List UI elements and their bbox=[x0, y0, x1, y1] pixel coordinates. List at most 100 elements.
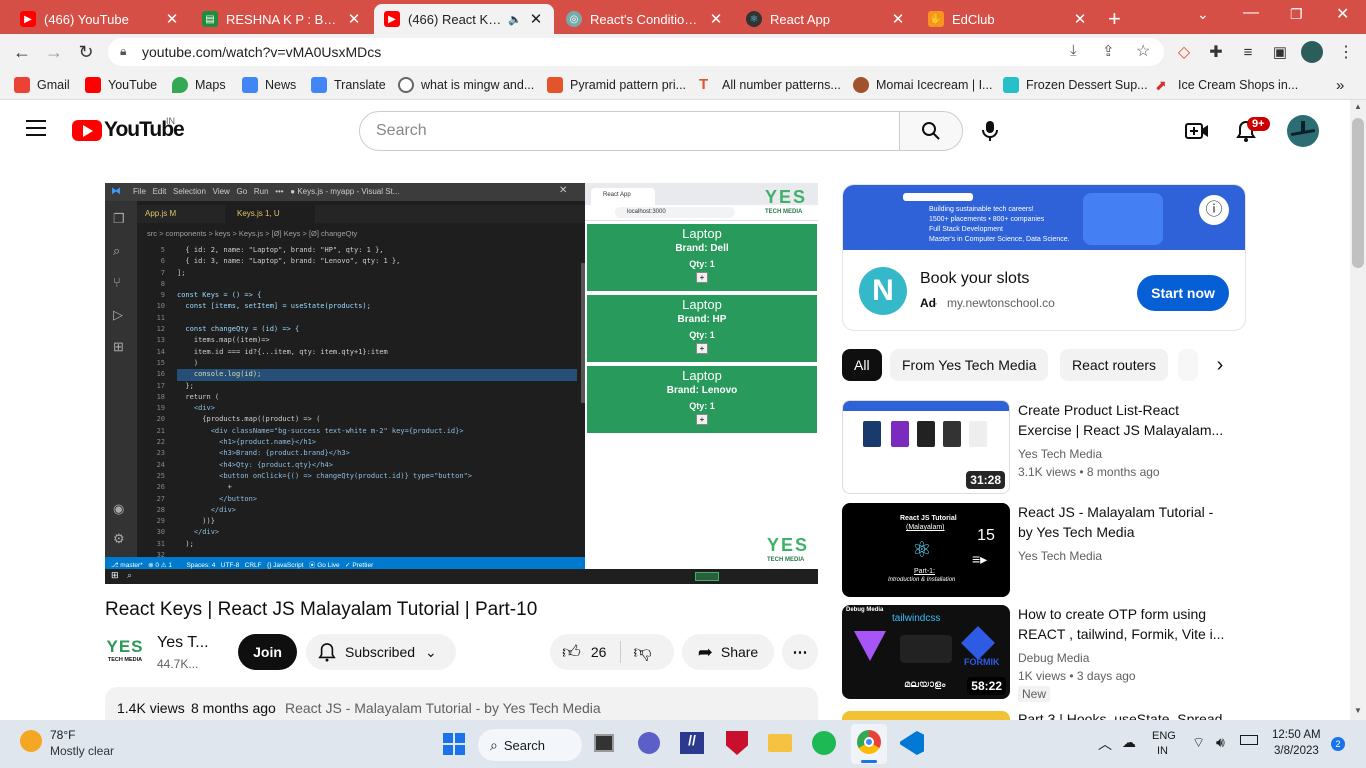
extension-code-icon[interactable]: ◇ bbox=[1172, 40, 1196, 64]
info-icon[interactable]: ⓘ bbox=[1199, 195, 1229, 225]
tab-classroom[interactable]: ▤ RESHNA K P : BCK57 - ✕ bbox=[192, 4, 372, 34]
clock-time[interactable]: 12:50 AM bbox=[1272, 729, 1321, 741]
related-channel[interactable]: Debug Media bbox=[1018, 651, 1089, 665]
restore-icon[interactable]: ❐ bbox=[1290, 6, 1303, 23]
battery-icon[interactable] bbox=[1240, 735, 1258, 745]
window-close-icon[interactable]: ✕ bbox=[1336, 4, 1349, 24]
extensions-puzzle-icon[interactable]: ✚ bbox=[1204, 40, 1228, 64]
thumbs-down-icon[interactable]: 👎︎ bbox=[633, 641, 651, 663]
bookmark-mingw[interactable]: what is mingw and... bbox=[398, 76, 534, 94]
bookmark-frozen-dessert[interactable]: Frozen Dessert Sup... bbox=[1003, 76, 1148, 94]
related-title[interactable]: How to create OTP form using REACT , tai… bbox=[1018, 604, 1228, 644]
bookmark-momai[interactable]: Momai Icecream | I... bbox=[853, 76, 992, 94]
search-button[interactable] bbox=[899, 111, 963, 151]
onedrive-icon[interactable]: ☁ bbox=[1122, 734, 1136, 751]
channel-name[interactable]: Yes T... bbox=[157, 634, 209, 652]
ad-card[interactable]: Building sustainable tech careers! 1500+… bbox=[842, 184, 1246, 331]
tab-react-conditional[interactable]: ◎ React's Conditional O ✕ bbox=[556, 4, 734, 34]
tab-search-icon[interactable]: ⌄ bbox=[1197, 6, 1209, 23]
join-button[interactable]: Join bbox=[238, 634, 297, 670]
mcafee-icon[interactable] bbox=[726, 731, 748, 755]
minimize-icon[interactable]: — bbox=[1243, 4, 1259, 22]
chip-from-yes-tech-media[interactable]: From Yes Tech Media bbox=[890, 349, 1049, 381]
start-now-button[interactable]: Start now bbox=[1137, 275, 1229, 311]
weather-icon[interactable] bbox=[20, 730, 42, 752]
windows-start-icon[interactable] bbox=[443, 733, 465, 755]
channel-avatar[interactable]: YES TECH MEDIA bbox=[105, 634, 145, 674]
related-channel[interactable]: Yes Tech Media bbox=[1018, 549, 1102, 563]
show-hidden-icons[interactable]: ︿ bbox=[1098, 734, 1112, 754]
user-avatar[interactable] bbox=[1287, 115, 1319, 147]
video-player[interactable]: ⧓ File Edit Selection View Go Run ••• ● … bbox=[105, 183, 818, 584]
chip-partial[interactable] bbox=[1178, 349, 1198, 381]
language-code[interactable]: ENG bbox=[1152, 730, 1176, 742]
task-view-icon[interactable] bbox=[594, 734, 614, 752]
taskbar-search[interactable]: ⌕ Search bbox=[478, 729, 582, 761]
like-count[interactable]: 26 bbox=[591, 644, 607, 660]
profile-avatar[interactable] bbox=[1301, 41, 1323, 63]
share-button[interactable]: ➦ Share bbox=[682, 634, 774, 670]
tab-react-keys-video[interactable]: ▶ (466) React Keys | 🔈 ✕ bbox=[374, 4, 554, 34]
more-actions-icon[interactable]: ⋯ bbox=[782, 634, 818, 670]
weather-temp[interactable]: 78°F bbox=[50, 728, 75, 742]
new-tab-icon[interactable]: + bbox=[1108, 6, 1121, 32]
bookmark-number-patterns[interactable]: T All number patterns... bbox=[699, 76, 841, 94]
close-icon[interactable]: ✕ bbox=[164, 10, 180, 28]
playlist-link[interactable]: React JS - Malayalam Tutorial - by Yes T… bbox=[285, 700, 601, 716]
install-icon[interactable]: ⤓ bbox=[1070, 42, 1077, 59]
bookmark-star-icon[interactable]: ☆ bbox=[1136, 41, 1150, 61]
related-channel[interactable]: Yes Tech Media bbox=[1018, 447, 1102, 461]
related-thumbnail[interactable]: 31:28 bbox=[842, 400, 1010, 494]
related-title[interactable]: Part 3 | Hooks, useState, Spread bbox=[1018, 709, 1228, 720]
chip-all[interactable]: All bbox=[842, 349, 882, 381]
tab-edclub[interactable]: ✋ EdClub ✕ bbox=[918, 4, 1098, 34]
file-explorer-icon[interactable] bbox=[768, 734, 792, 752]
tab-react-app[interactable]: ⚛ React App ✕ bbox=[736, 4, 916, 34]
spotify-icon[interactable] bbox=[812, 731, 836, 755]
media-queue-icon[interactable]: ≡ bbox=[1236, 40, 1260, 64]
side-panel-icon[interactable]: ▣ bbox=[1268, 40, 1292, 64]
thumbs-up-icon[interactable]: 👍︎ bbox=[562, 641, 581, 663]
close-icon[interactable]: ✕ bbox=[708, 10, 724, 28]
related-title[interactable]: React JS - Malayalam Tutorial - by Yes T… bbox=[1018, 502, 1228, 542]
related-thumbnail[interactable]: React JS Tutorial (Malayalam) ⚛ Part-1: … bbox=[842, 503, 1010, 597]
bookmark-youtube[interactable]: YouTube bbox=[85, 76, 157, 94]
subscribed-button[interactable]: Subscribed ⌄ bbox=[306, 634, 456, 670]
youtube-logo-icon[interactable] bbox=[72, 120, 102, 141]
create-video-icon[interactable] bbox=[1185, 121, 1209, 146]
chrome-taskbar-item[interactable] bbox=[851, 724, 887, 764]
related-thumbnail[interactable] bbox=[842, 711, 1010, 720]
scrollbar-thumb[interactable] bbox=[1352, 118, 1364, 268]
ad-banner[interactable]: Building sustainable tech careers! 1500+… bbox=[843, 185, 1245, 250]
app-icon[interactable]: // bbox=[680, 732, 704, 754]
close-icon[interactable]: ✕ bbox=[1072, 10, 1088, 28]
bookmark-pyramid[interactable]: Pyramid pattern pri... bbox=[547, 76, 686, 94]
bookmark-icecream-shops[interactable]: ⬈ Ice Cream Shops in... bbox=[1155, 76, 1298, 94]
close-icon[interactable]: ✕ bbox=[528, 10, 544, 28]
forward-icon[interactable]: → bbox=[42, 40, 66, 64]
mic-icon[interactable] bbox=[981, 120, 999, 147]
hamburger-menu-icon[interactable] bbox=[26, 120, 46, 136]
related-title[interactable]: Create Product List-React Exercise | Rea… bbox=[1018, 400, 1228, 440]
bookmark-gmail[interactable]: Gmail bbox=[14, 76, 70, 94]
region-code[interactable]: IN bbox=[1157, 745, 1168, 757]
bookmark-news[interactable]: News bbox=[242, 76, 296, 94]
related-thumbnail[interactable]: Debug Media tailwindcss FORMIK മലയാളം 58… bbox=[842, 605, 1010, 699]
reload-icon[interactable]: ↻ bbox=[74, 40, 98, 64]
bookmark-translate[interactable]: Translate bbox=[311, 76, 386, 94]
weather-desc[interactable]: Mostly clear bbox=[50, 744, 114, 758]
menu-dots-icon[interactable]: ⋮ bbox=[1334, 40, 1358, 64]
more-bookmarks-icon[interactable]: » bbox=[1336, 76, 1344, 94]
scroll-down-icon[interactable]: ▼ bbox=[1354, 706, 1362, 715]
teams-icon[interactable] bbox=[638, 732, 660, 754]
tab-youtube-home[interactable]: ▶ (466) YouTube ✕ bbox=[10, 4, 190, 34]
chevron-right-icon[interactable]: › bbox=[1200, 349, 1240, 381]
back-icon[interactable]: ← bbox=[10, 40, 34, 64]
speaker-icon[interactable]: 🔈 bbox=[508, 13, 522, 26]
close-icon[interactable]: ✕ bbox=[890, 10, 906, 28]
bookmark-maps[interactable]: Maps bbox=[172, 76, 226, 94]
chip-react-routers[interactable]: React routers bbox=[1060, 349, 1169, 381]
share-icon[interactable]: ⇪ bbox=[1102, 42, 1115, 60]
address-bar[interactable]: 🔒︎ youtube.com/watch?v=vMA0UsxMDcs ⤓ ⇪ ☆ bbox=[108, 38, 1164, 66]
clock-date[interactable]: 3/8/2023 bbox=[1274, 745, 1319, 757]
